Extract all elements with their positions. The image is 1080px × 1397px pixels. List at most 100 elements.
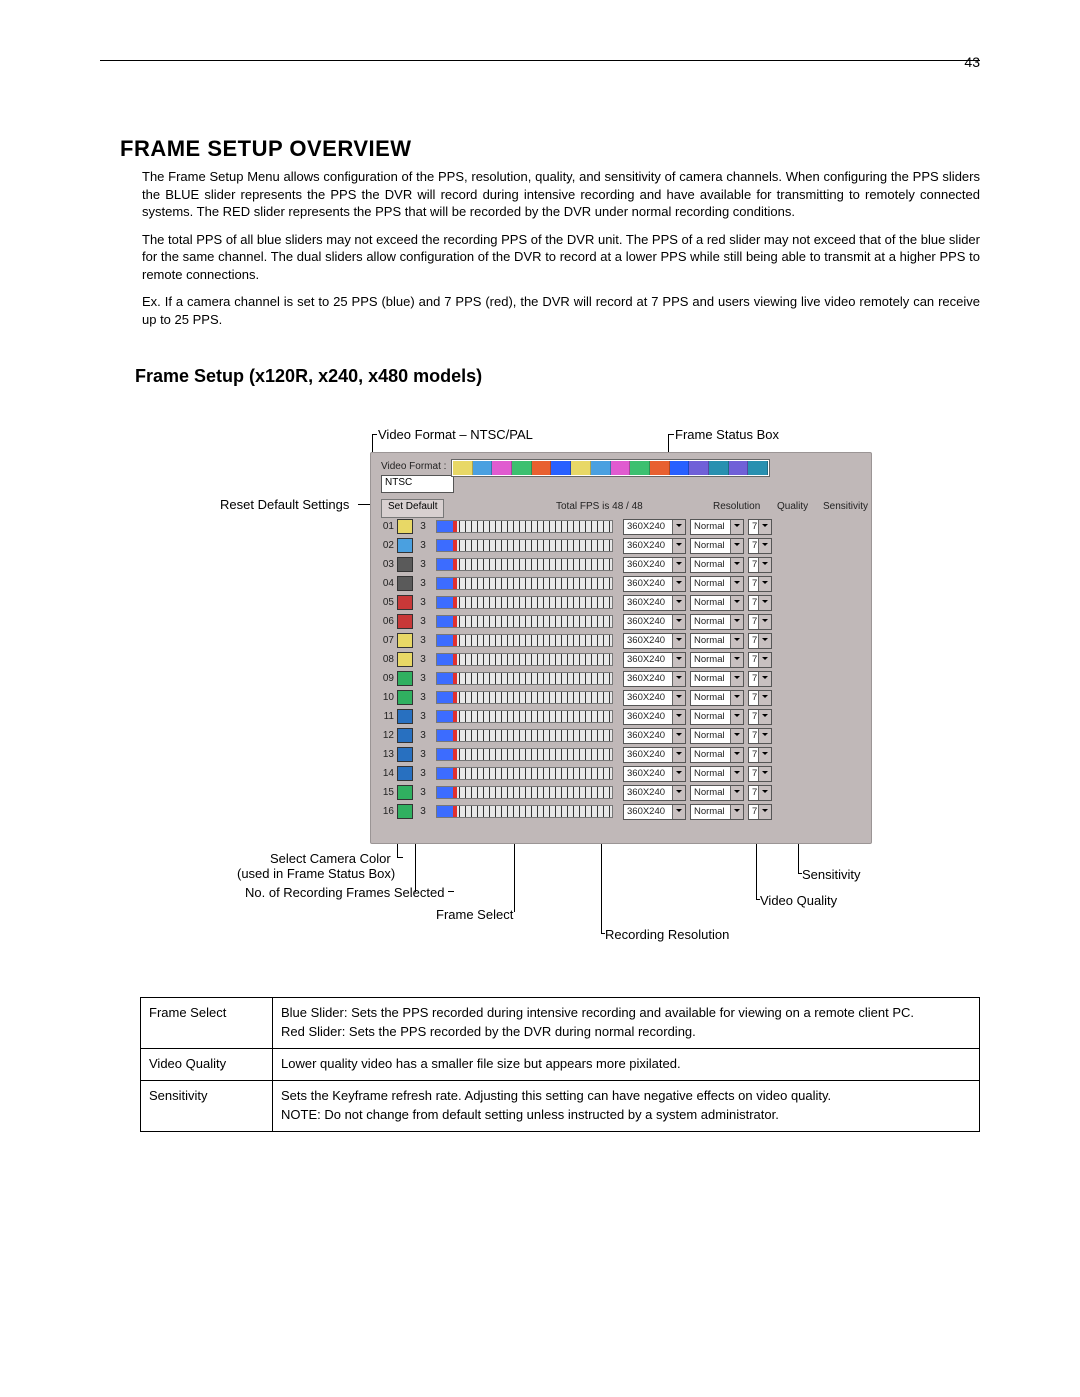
video-format-select[interactable]: NTSC bbox=[381, 475, 454, 493]
camera-color-swatch[interactable] bbox=[397, 690, 413, 705]
frames-selected: 3 bbox=[416, 559, 430, 570]
camera-color-swatch[interactable] bbox=[397, 557, 413, 572]
camera-color-swatch[interactable] bbox=[397, 747, 413, 762]
total-fps-text: Total FPS is 48 / 48 bbox=[556, 501, 643, 512]
quality-select[interactable]: Normal bbox=[690, 690, 744, 706]
pps-slider[interactable] bbox=[436, 634, 613, 647]
resolution-select[interactable]: 360X240 bbox=[623, 785, 686, 801]
sensitivity-select[interactable]: 7 bbox=[748, 519, 772, 535]
channel-number: 03 bbox=[378, 559, 394, 570]
resolution-select[interactable]: 360X240 bbox=[623, 804, 686, 820]
sensitivity-select[interactable]: 7 bbox=[748, 709, 772, 725]
resolution-select[interactable]: 360X240 bbox=[623, 709, 686, 725]
quality-select[interactable]: Normal bbox=[690, 747, 744, 763]
sensitivity-select[interactable]: 7 bbox=[748, 785, 772, 801]
channel-number: 15 bbox=[378, 787, 394, 798]
quality-select[interactable]: Normal bbox=[690, 652, 744, 668]
resolution-select[interactable]: 360X240 bbox=[623, 538, 686, 554]
quality-select[interactable]: Normal bbox=[690, 633, 744, 649]
resolution-select[interactable]: 360X240 bbox=[623, 614, 686, 630]
camera-color-swatch[interactable] bbox=[397, 652, 413, 667]
quality-select[interactable]: Normal bbox=[690, 519, 744, 535]
pps-slider[interactable] bbox=[436, 710, 613, 723]
pps-slider[interactable] bbox=[436, 596, 613, 609]
pps-slider[interactable] bbox=[436, 577, 613, 590]
camera-color-swatch[interactable] bbox=[397, 804, 413, 819]
resolution-select[interactable]: 360X240 bbox=[623, 557, 686, 573]
quality-select[interactable]: Normal bbox=[690, 614, 744, 630]
pps-slider[interactable] bbox=[436, 653, 613, 666]
pps-slider[interactable] bbox=[436, 558, 613, 571]
chevron-down-icon bbox=[730, 653, 743, 667]
sensitivity-select[interactable]: 7 bbox=[748, 804, 772, 820]
pps-slider[interactable] bbox=[436, 672, 613, 685]
camera-color-swatch[interactable] bbox=[397, 633, 413, 648]
camera-color-swatch[interactable] bbox=[397, 785, 413, 800]
chevron-down-icon bbox=[758, 539, 771, 553]
sensitivity-select[interactable]: 7 bbox=[748, 671, 772, 687]
pps-slider[interactable] bbox=[436, 767, 613, 780]
pps-slider[interactable] bbox=[436, 786, 613, 799]
chevron-down-icon bbox=[758, 748, 771, 762]
quality-select[interactable]: Normal bbox=[690, 728, 744, 744]
sensitivity-select[interactable]: 7 bbox=[748, 538, 772, 554]
quality-select[interactable]: Normal bbox=[690, 576, 744, 592]
chevron-down-icon bbox=[758, 767, 771, 781]
resolution-select[interactable]: 360X240 bbox=[623, 576, 686, 592]
quality-select[interactable]: Normal bbox=[690, 804, 744, 820]
camera-color-swatch[interactable] bbox=[397, 728, 413, 743]
chevron-down-icon bbox=[672, 653, 685, 667]
resolution-select[interactable]: 360X240 bbox=[623, 671, 686, 687]
quality-select[interactable]: Normal bbox=[690, 785, 744, 801]
sensitivity-select[interactable]: 7 bbox=[748, 728, 772, 744]
frames-selected: 3 bbox=[416, 616, 430, 627]
camera-color-swatch[interactable] bbox=[397, 519, 413, 534]
pps-slider[interactable] bbox=[436, 691, 613, 704]
sensitivity-select[interactable]: 7 bbox=[748, 595, 772, 611]
resolution-select[interactable]: 360X240 bbox=[623, 633, 686, 649]
quality-select[interactable]: Normal bbox=[690, 671, 744, 687]
pps-slider[interactable] bbox=[436, 615, 613, 628]
camera-color-swatch[interactable] bbox=[397, 614, 413, 629]
sensitivity-select[interactable]: 7 bbox=[748, 766, 772, 782]
resolution-select[interactable]: 360X240 bbox=[623, 652, 686, 668]
pps-slider[interactable] bbox=[436, 748, 613, 761]
pps-slider[interactable] bbox=[436, 520, 613, 533]
camera-color-swatch[interactable] bbox=[397, 538, 413, 553]
pps-slider[interactable] bbox=[436, 539, 613, 552]
def-video-quality-label: Video Quality bbox=[141, 1049, 273, 1081]
set-default-button[interactable]: Set Default bbox=[381, 499, 444, 518]
def-frame-select-text: Blue Slider: Sets the PPS recorded durin… bbox=[273, 998, 980, 1049]
sensitivity-select[interactable]: 7 bbox=[748, 633, 772, 649]
sensitivity-select[interactable]: 7 bbox=[748, 576, 772, 592]
pps-slider[interactable] bbox=[436, 805, 613, 818]
quality-select[interactable]: Normal bbox=[690, 538, 744, 554]
camera-color-swatch[interactable] bbox=[397, 766, 413, 781]
camera-color-swatch[interactable] bbox=[397, 576, 413, 591]
pps-slider[interactable] bbox=[436, 729, 613, 742]
resolution-select[interactable]: 360X240 bbox=[623, 766, 686, 782]
camera-color-swatch[interactable] bbox=[397, 595, 413, 610]
sensitivity-select[interactable]: 7 bbox=[748, 557, 772, 573]
resolution-select[interactable]: 360X240 bbox=[623, 519, 686, 535]
quality-select[interactable]: Normal bbox=[690, 766, 744, 782]
sensitivity-select[interactable]: 7 bbox=[748, 614, 772, 630]
frames-selected: 3 bbox=[416, 654, 430, 665]
chevron-down-icon bbox=[730, 634, 743, 648]
sensitivity-select[interactable]: 7 bbox=[748, 652, 772, 668]
frames-selected: 3 bbox=[416, 730, 430, 741]
quality-select[interactable]: Normal bbox=[690, 709, 744, 725]
resolution-select[interactable]: 360X240 bbox=[623, 595, 686, 611]
camera-color-swatch[interactable] bbox=[397, 671, 413, 686]
page-title: FRAME SETUP OVERVIEW bbox=[120, 136, 980, 162]
camera-color-swatch[interactable] bbox=[397, 709, 413, 724]
resolution-select[interactable]: 360X240 bbox=[623, 747, 686, 763]
frame-setup-figure: Video Format – NTSC/PAL Frame Status Box… bbox=[140, 427, 980, 967]
sensitivity-select[interactable]: 7 bbox=[748, 690, 772, 706]
resolution-select[interactable]: 360X240 bbox=[623, 728, 686, 744]
sensitivity-select[interactable]: 7 bbox=[748, 747, 772, 763]
quality-select[interactable]: Normal bbox=[690, 595, 744, 611]
resolution-select[interactable]: 360X240 bbox=[623, 690, 686, 706]
quality-select[interactable]: Normal bbox=[690, 557, 744, 573]
chevron-down-icon bbox=[758, 634, 771, 648]
